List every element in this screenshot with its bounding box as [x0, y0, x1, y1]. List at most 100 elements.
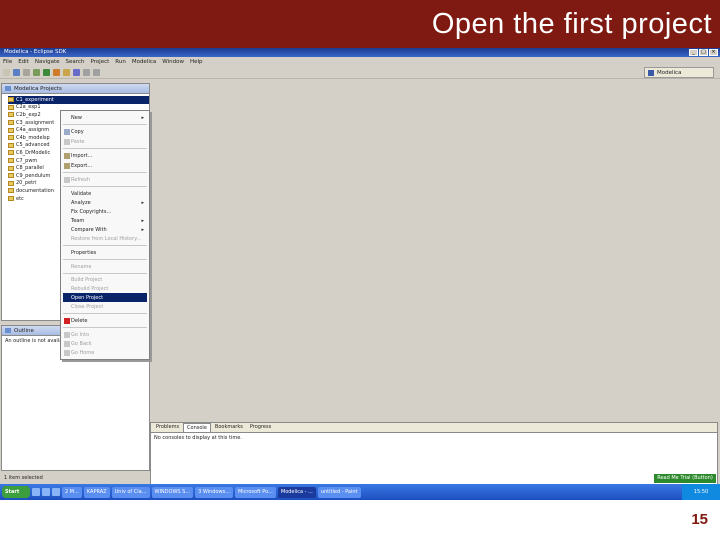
- quicklaunch-icon[interactable]: [52, 488, 60, 496]
- menubar: File Edit Navigate Search Project Run Mo…: [0, 57, 720, 66]
- tab-progress[interactable]: Progress: [247, 423, 274, 432]
- console-message: No consoles to display at this time.: [154, 435, 242, 441]
- menu-separator: [63, 186, 147, 187]
- taskbar-button[interactable]: KAPRAZ: [83, 486, 110, 498]
- submenu-arrow-icon: ▸: [141, 199, 144, 206]
- menu-item-export[interactable]: Export...: [63, 161, 147, 170]
- eclipse-screenshot: Modelica - Eclipse SDK _ □ × File Edit N…: [0, 48, 720, 500]
- taskbar-button[interactable]: 2 M...: [62, 486, 82, 498]
- back-icon[interactable]: [83, 68, 90, 76]
- minimize-icon[interactable]: _: [689, 49, 698, 56]
- outline-tab[interactable]: Outline: [14, 328, 34, 334]
- taskbar-button[interactable]: WINDOWS S...: [151, 486, 194, 498]
- folder-icon: [8, 188, 14, 194]
- menu-item-validate[interactable]: Validate: [63, 189, 147, 198]
- menu-item-go-into[interactable]: Go Into: [63, 330, 147, 339]
- menu-run[interactable]: Run: [115, 59, 126, 65]
- folder-icon: [8, 158, 14, 164]
- menu-modelica[interactable]: Modelica: [132, 59, 156, 65]
- tab-problems[interactable]: Problems: [153, 423, 182, 432]
- taskbar-button[interactable]: Univ of Cla...: [111, 486, 150, 498]
- outline-tab-icon: [5, 328, 11, 333]
- paste-icon: [64, 138, 70, 145]
- menu-item-compare-with[interactable]: Compare With ▸: [63, 225, 147, 234]
- go-into-icon: [64, 331, 70, 338]
- menu-separator: [63, 259, 147, 260]
- tab-console[interactable]: Console: [183, 423, 211, 432]
- menu-item-build-project[interactable]: Build Project: [63, 275, 147, 284]
- menu-item-delete[interactable]: Delete: [63, 316, 147, 325]
- folder-icon: [8, 112, 14, 118]
- new-icon[interactable]: [3, 68, 10, 76]
- taskbar-button[interactable]: Modelica - ...: [277, 486, 316, 498]
- submenu-arrow-icon: ▸: [141, 226, 144, 233]
- menu-navigate[interactable]: Navigate: [35, 59, 60, 65]
- menu-file[interactable]: File: [3, 59, 12, 65]
- perspective-label: Modelica: [657, 69, 682, 76]
- start-button[interactable]: Start: [2, 486, 30, 498]
- folder-icon: [8, 196, 14, 202]
- folder-icon: [8, 97, 14, 103]
- menu-help[interactable]: Help: [190, 59, 203, 65]
- debug-icon[interactable]: [33, 68, 40, 76]
- menu-item-paste[interactable]: Paste: [63, 137, 147, 146]
- go-home-icon: [64, 349, 70, 356]
- tree-item[interactable]: C1_experiment: [8, 96, 149, 104]
- folder-icon: [8, 104, 14, 110]
- folder-icon: [8, 135, 14, 141]
- menu-separator: [63, 172, 147, 173]
- menu-item-fix-copyrights[interactable]: Fix Copyrights...: [63, 207, 147, 216]
- folder-icon: [8, 173, 14, 179]
- export-icon: [64, 162, 70, 169]
- menu-item-restore-history[interactable]: Restore from Local History...: [63, 234, 147, 243]
- tab-bookmarks[interactable]: Bookmarks: [212, 423, 246, 432]
- menu-separator: [63, 148, 147, 149]
- menu-item-new[interactable]: New ▸: [63, 113, 147, 122]
- close-icon[interactable]: ×: [709, 49, 718, 56]
- menu-separator: [63, 245, 147, 246]
- taskbar-button[interactable]: 3 Windows...: [195, 486, 233, 498]
- menu-item-analyze[interactable]: Analyze ▸: [63, 198, 147, 207]
- run-icon[interactable]: [43, 68, 50, 76]
- main-toolbar: [0, 66, 720, 79]
- folder-icon: [8, 120, 14, 126]
- menu-window[interactable]: Window: [162, 59, 184, 65]
- print-icon[interactable]: [23, 68, 30, 76]
- menu-item-go-home[interactable]: Go Home: [63, 348, 147, 357]
- explorer-tab[interactable]: Modelica Projects: [14, 86, 62, 92]
- menu-item-properties[interactable]: Properties: [63, 248, 147, 257]
- search-icon[interactable]: [73, 68, 80, 76]
- menu-item-go-back[interactable]: Go Back: [63, 339, 147, 348]
- external-tools-icon[interactable]: [53, 68, 60, 76]
- windows-taskbar: Start 2 M... KAPRAZ Univ of Cla... WINDO…: [0, 484, 720, 500]
- menu-item-copy[interactable]: Copy: [63, 127, 147, 136]
- perspective-icon: [648, 69, 654, 76]
- refresh-icon: [64, 176, 70, 183]
- trial-button[interactable]: Read Me Trial (Button): [654, 474, 716, 483]
- quicklaunch-icon[interactable]: [32, 488, 40, 496]
- save-icon[interactable]: [13, 68, 20, 76]
- menu-item-team[interactable]: Team ▸: [63, 216, 147, 225]
- menu-item-rebuild-project[interactable]: Rebuild Project: [63, 284, 147, 293]
- explorer-tab-icon: [5, 86, 11, 91]
- quicklaunch-icon[interactable]: [42, 488, 50, 496]
- menu-search[interactable]: Search: [66, 59, 85, 65]
- perspective-switcher[interactable]: Modelica: [644, 67, 714, 78]
- folder-icon: [8, 127, 14, 133]
- menu-item-close-project[interactable]: Close Project: [63, 302, 147, 311]
- menu-item-rename[interactable]: Rename: [63, 262, 147, 271]
- maximize-icon[interactable]: □: [699, 49, 708, 56]
- taskbar-button[interactable]: untitled - Paint: [317, 486, 361, 498]
- slide-title-bar: Open the first project: [0, 0, 720, 48]
- menu-project[interactable]: Project: [90, 59, 109, 65]
- menu-item-open-project[interactable]: Open Project: [63, 293, 147, 302]
- context-menu: New ▸ Copy Paste Import... Export... Refr…: [60, 110, 150, 360]
- window-title: Modelica - Eclipse SDK: [4, 49, 67, 55]
- taskbar-button[interactable]: Microsoft Po...: [234, 486, 276, 498]
- forward-icon[interactable]: [93, 68, 100, 76]
- folder-icon: [8, 150, 14, 156]
- menu-edit[interactable]: Edit: [18, 59, 29, 65]
- menu-item-import[interactable]: Import...: [63, 151, 147, 160]
- menu-item-refresh[interactable]: Refresh: [63, 175, 147, 184]
- open-type-icon[interactable]: [63, 68, 70, 76]
